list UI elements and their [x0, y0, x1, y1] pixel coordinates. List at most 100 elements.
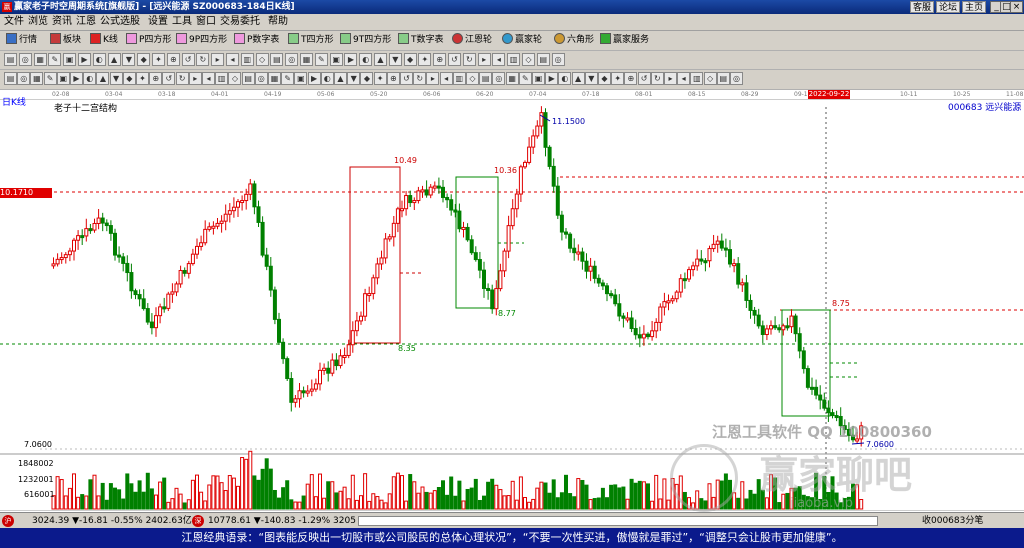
tick-data-button[interactable]: 收000683分笔 [922, 513, 983, 529]
homepage-link[interactable]: 主页 [962, 1, 986, 13]
menu-file[interactable]: 文件 [4, 14, 24, 30]
tool-gann-wheel[interactable]: 江恩轮 [452, 32, 492, 48]
toolbar-icon[interactable]: ✎ [518, 72, 532, 85]
toolbar-icon[interactable]: ✎ [281, 72, 295, 85]
toolbar-icon[interactable]: ◂ [677, 72, 691, 85]
toolbar-icon[interactable]: ◐ [558, 72, 572, 85]
toolbar-icon[interactable]: ▣ [532, 72, 545, 85]
toolbar-icon[interactable]: ◇ [228, 72, 242, 85]
toolbar-icon[interactable]: ▲ [96, 72, 110, 85]
toolbar-icon[interactable]: ▤ [241, 72, 255, 85]
toolbar-icon[interactable]: ↻ [413, 72, 427, 85]
toolbar-icon[interactable]: ◆ [360, 72, 374, 85]
toolbar-icon[interactable]: ◆ [122, 72, 136, 85]
scrollbar[interactable] [358, 516, 878, 526]
tool-p-table[interactable]: P数字表 [234, 32, 279, 48]
toolbar-icon[interactable]: ↺ [162, 72, 176, 85]
toolbar-icon[interactable]: ◇ [522, 53, 535, 66]
toolbar-icon[interactable]: ▸ [477, 53, 491, 66]
toolbar-icon[interactable]: ↺ [448, 53, 461, 66]
menu-tools[interactable]: 工具 [172, 14, 192, 30]
toolbar-icon[interactable]: ▤ [536, 53, 550, 66]
toolbar-icon[interactable]: ▶ [307, 72, 321, 85]
tool-winner-wheel[interactable]: 赢家轮 [502, 32, 542, 48]
toolbar-icon[interactable]: ⊕ [624, 72, 638, 85]
toolbar-icon[interactable]: ↺ [637, 72, 651, 85]
toolbar-icon[interactable]: ✦ [611, 72, 625, 85]
toolbar-icon[interactable]: ▼ [122, 53, 136, 66]
toolbar-icon[interactable]: ⊕ [386, 72, 400, 85]
tool-p-square[interactable]: P四方形 [126, 32, 171, 48]
toolbar-icon[interactable]: ✦ [418, 53, 432, 66]
toolbar-icon[interactable]: ◇ [466, 72, 479, 85]
toolbar-icon[interactable]: ▤ [270, 53, 284, 66]
toolbar-icon[interactable]: ◐ [92, 53, 106, 66]
toolbar-icon[interactable]: ▶ [78, 53, 91, 66]
toolbar-icon[interactable]: ▸ [664, 72, 677, 85]
toolbar-icon[interactable]: ▥ [690, 72, 704, 85]
shenzhen-index[interactable]: 10778.61 ▼-140.83 -1.29% 3205 [208, 513, 356, 529]
toolbar-icon[interactable]: ◂ [439, 72, 453, 85]
toolbar-icon[interactable]: ▶ [344, 53, 358, 66]
toolbar-icon[interactable]: ◂ [226, 53, 239, 66]
support-link[interactable]: 客服 [910, 1, 934, 13]
menu-news[interactable]: 资讯 [52, 14, 72, 30]
toolbar-icon[interactable]: ◐ [359, 53, 373, 66]
toolbar-icon[interactable]: ◐ [83, 72, 97, 85]
toolbar-icon[interactable]: ◎ [285, 53, 299, 66]
toolbar-icon[interactable]: ◐ [320, 72, 334, 85]
toolbar-icon[interactable]: ▥ [240, 53, 254, 66]
toolbar-icon[interactable]: ▶ [545, 72, 559, 85]
toolbar-icon[interactable]: ▣ [56, 72, 70, 85]
forum-link[interactable]: 论坛 [936, 1, 960, 13]
toolbar-icon[interactable]: ▲ [374, 53, 387, 66]
toolbar-icon[interactable]: ◎ [551, 53, 565, 66]
toolbar-icon[interactable]: ▣ [329, 53, 343, 66]
toolbar-icon[interactable]: ▣ [294, 72, 308, 85]
toolbar-icon[interactable]: ✎ [48, 53, 62, 66]
toolbar-icon[interactable]: ▲ [107, 53, 121, 66]
toolbar-icon[interactable]: ↻ [462, 53, 476, 66]
toolbar-icon[interactable]: ✎ [314, 53, 328, 66]
toolbar-icon[interactable]: ▸ [426, 72, 440, 85]
shanghai-index[interactable]: 3024.39 ▼-16.81 -0.55% 2402.63亿 [32, 513, 192, 529]
toolbar-icon[interactable]: ↻ [650, 72, 664, 85]
toolbar-icon[interactable]: ◎ [492, 72, 506, 85]
toolbar-icon[interactable]: ⊕ [433, 53, 447, 66]
toolbar-icon[interactable]: ▸ [211, 53, 225, 66]
tool-9t-square[interactable]: 9T四方形 [340, 32, 391, 48]
toolbar-icon[interactable]: ▦ [268, 72, 281, 85]
toolbar-icon[interactable]: ▥ [215, 72, 229, 85]
toolbar-icon[interactable]: ↻ [175, 72, 189, 85]
toolbar-icon[interactable]: ▣ [63, 53, 77, 66]
toolbar-icon[interactable]: ◇ [703, 72, 717, 85]
toolbar-icon[interactable]: ◎ [254, 72, 268, 85]
toolbar-icon[interactable]: ▼ [347, 72, 361, 85]
toolbar-icon[interactable]: ◂ [492, 53, 506, 66]
toolbar-icon[interactable]: ◎ [17, 72, 31, 85]
toolbar-icon[interactable]: ▤ [716, 72, 730, 85]
tool-hexagon[interactable]: 六角形 [554, 32, 594, 48]
toolbar-icon[interactable]: ⊕ [166, 53, 180, 66]
toolbar-icon[interactable]: ◆ [403, 53, 417, 66]
toolbar-icon[interactable]: ▥ [507, 53, 521, 66]
menu-gann[interactable]: 江恩 [76, 14, 96, 30]
tool-service[interactable]: 赢家服务 [600, 32, 649, 48]
toolbar-icon[interactable]: ◎ [730, 72, 743, 85]
toolbar-icon[interactable]: ✦ [373, 72, 387, 85]
toolbar-icon[interactable]: ✎ [43, 72, 57, 85]
toolbar-icon[interactable]: ▶ [70, 72, 83, 85]
toolbar-icon[interactable]: ▤ [479, 72, 493, 85]
toolbar-icon[interactable]: ▥ [452, 72, 466, 85]
toolbar-icon[interactable]: ▲ [334, 72, 347, 85]
toolbar-icon[interactable]: ▤ [4, 72, 17, 85]
toolbar-icon[interactable]: ▦ [300, 53, 313, 66]
toolbar-icon[interactable]: ◇ [255, 53, 269, 66]
tool-quotes[interactable]: 行情 [6, 32, 37, 48]
toolbar-icon[interactable]: ▼ [109, 72, 123, 85]
toolbar-icon[interactable]: ✦ [136, 72, 149, 85]
toolbar-icon[interactable]: ▦ [30, 72, 44, 85]
tool-kline[interactable]: K线 [90, 32, 118, 48]
toolbar-icon[interactable]: ◂ [202, 72, 215, 85]
menu-formula-select[interactable]: 公式选股 [100, 14, 140, 30]
